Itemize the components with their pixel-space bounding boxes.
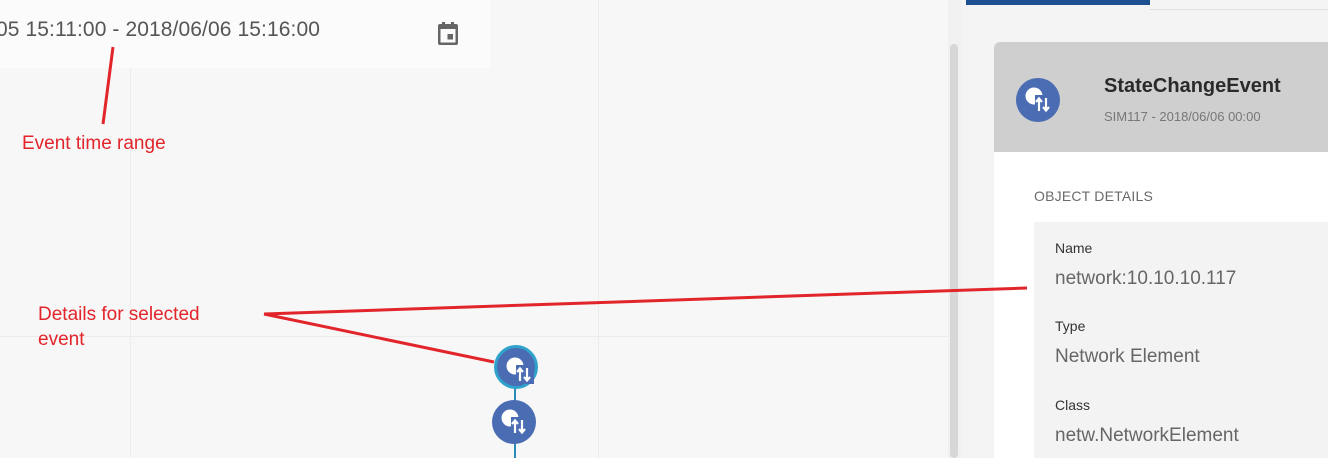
annotation-details-line2: event: [38, 329, 85, 350]
annotation-line-details: [263, 286, 1028, 316]
annotation-time-range: Event time range: [22, 133, 166, 154]
annotation-lines: [101, 46, 1028, 364]
annotation-details: Details for selected event: [38, 302, 200, 352]
annotation-line-event: [263, 312, 495, 364]
annotation-line-time: [101, 46, 115, 125]
annotation-details-line1: Details for selected: [38, 304, 200, 325]
